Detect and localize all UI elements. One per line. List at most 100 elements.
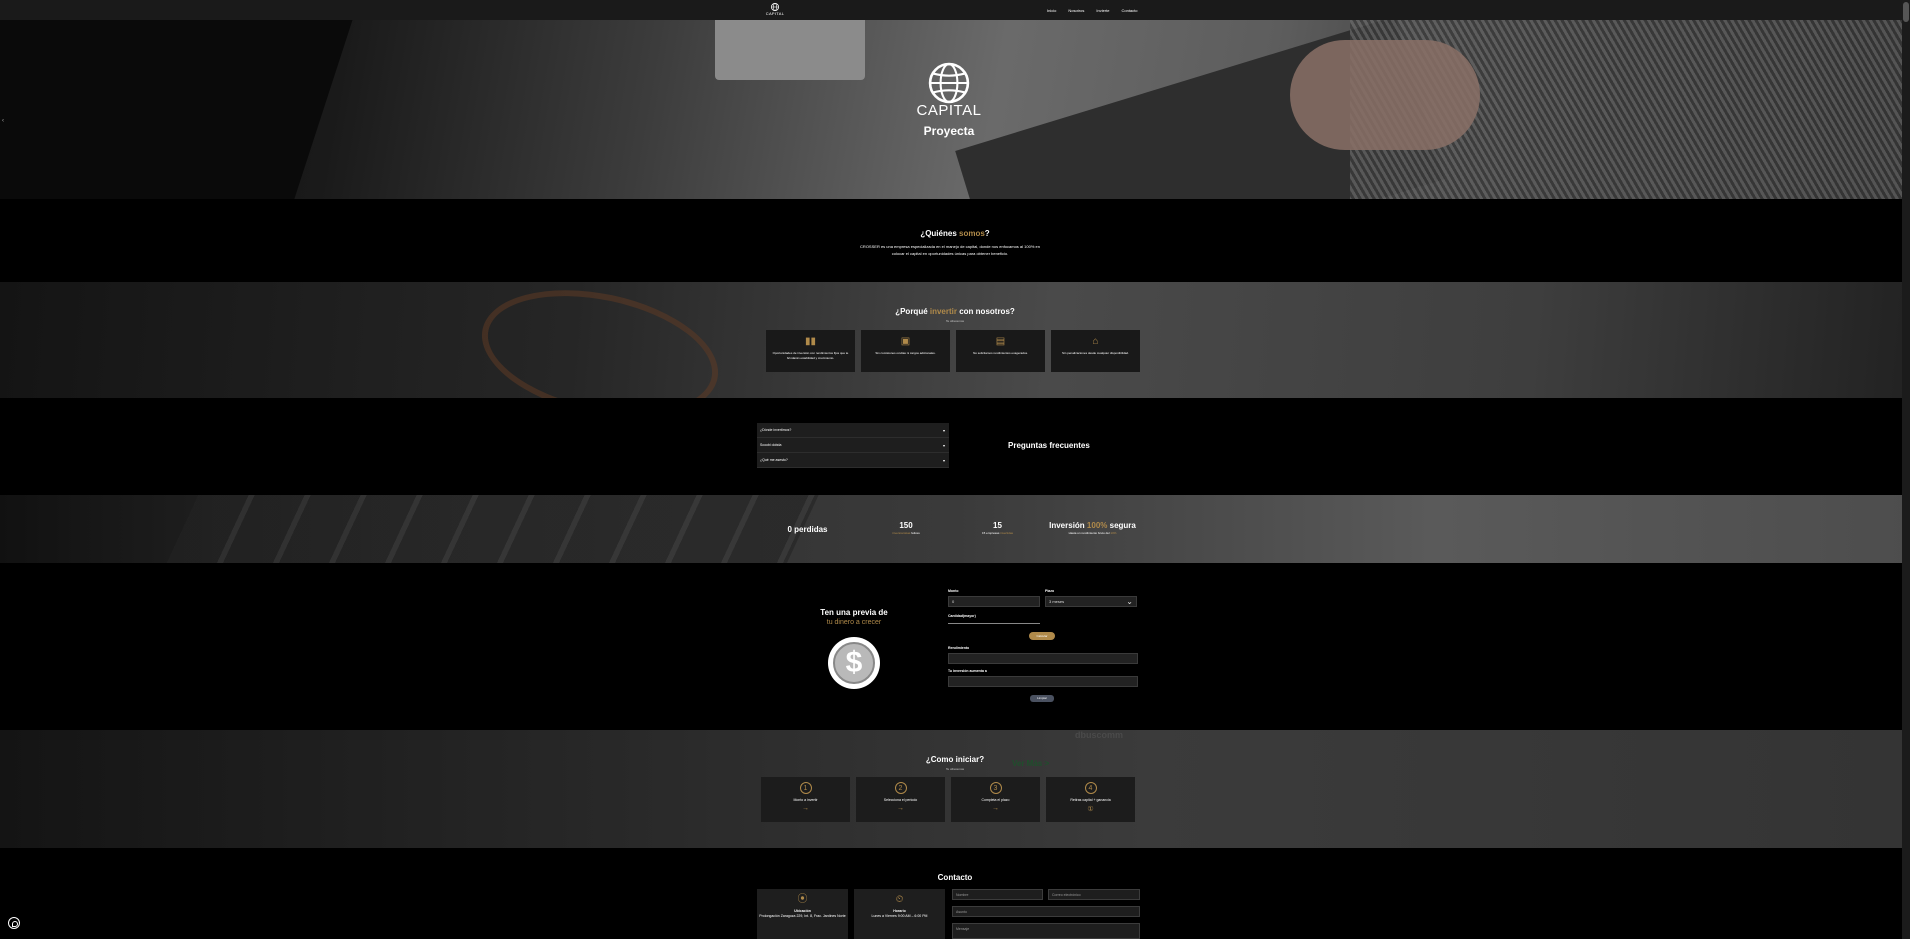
faq-question: ¿Qué me asesto? bbox=[760, 458, 788, 462]
nav-link-inicio[interactable]: Inicio bbox=[1047, 8, 1056, 13]
start-steps: 1 Monto a invertir → 2 Selecciona el per… bbox=[761, 777, 1135, 822]
scrollbar[interactable] bbox=[1902, 0, 1910, 939]
caret-down-icon: ▾ bbox=[942, 443, 945, 448]
why-bg-glasses bbox=[470, 282, 730, 398]
step-text: Monto a invertir bbox=[793, 798, 818, 802]
stat-number: 0 perdidas bbox=[787, 525, 828, 534]
simulator-lead: Ten una previa de bbox=[820, 608, 888, 617]
stats-bg-keypad bbox=[156, 495, 824, 563]
step-number-icon: 1 bbox=[799, 782, 812, 794]
cantidad-label: Cantidad(mayor) bbox=[948, 614, 976, 618]
hero-bg-paper bbox=[715, 20, 865, 80]
stat-item: 0 perdidas bbox=[770, 525, 845, 534]
arrow-right-icon: → bbox=[992, 805, 999, 812]
scrollbar-thumb[interactable] bbox=[1903, 2, 1909, 22]
step-number-icon: 4 bbox=[1084, 782, 1097, 794]
contact-card-title: Horario bbox=[893, 909, 906, 913]
carousel-prev-arrow[interactable]: ‹ bbox=[2, 118, 4, 124]
stat-label: 15 empresas invertidas bbox=[981, 531, 1014, 535]
total-label: Tu inversión aumenta a bbox=[948, 669, 987, 673]
step-text: Selecciona el periodo bbox=[883, 798, 918, 802]
step-card: 1 Monto a invertir → bbox=[761, 777, 850, 822]
nav-link-contacto[interactable]: Contacto bbox=[1121, 8, 1137, 13]
calculator-icon: ▤ bbox=[995, 336, 1006, 347]
rendimiento-label: Rendimiento bbox=[948, 646, 970, 650]
step-number-icon: 3 bbox=[989, 782, 1002, 794]
caret-down-icon: ▾ bbox=[942, 458, 945, 463]
why-card-text: Sin penalizaciones desde cualquier dispo… bbox=[1062, 351, 1129, 355]
whatsapp-icon[interactable] bbox=[8, 917, 20, 929]
calcular-button[interactable]: Calcular bbox=[1029, 632, 1055, 640]
contact-card-title: Ubicación bbox=[794, 909, 811, 913]
contact-subject-input[interactable]: Asunto bbox=[952, 906, 1140, 917]
brand-logo[interactable]: CAPITAL bbox=[764, 3, 786, 16]
contact-card-text: Lunes a Viernes 9:00 AM – 6:00 PM bbox=[871, 914, 928, 918]
coin-icon: $ bbox=[828, 637, 880, 689]
stat-label: Hasta un rendimiento bruto del 10% bbox=[1068, 531, 1117, 535]
about-text: CROSSER es una empresa especializada en … bbox=[860, 244, 1040, 256]
start-heading: ¿Como iniciar? bbox=[925, 755, 985, 764]
step-card: 4 Retiras capital + ganancia ① bbox=[1046, 777, 1135, 822]
hero-subtitle: Proyecta bbox=[923, 124, 975, 138]
stat-number: 150 bbox=[899, 521, 913, 530]
nav-link-nosotros[interactable]: Nosotros bbox=[1068, 8, 1084, 13]
why-card: ▤ No solicitamos rendimientos exagerados… bbox=[956, 330, 1045, 372]
step-text: Completa el plazo bbox=[981, 798, 1010, 802]
faq-section: ¿Dónde invertimos? ▾ Scoobi dobda ▾ ¿Qué m… bbox=[0, 398, 1910, 495]
faq-item[interactable]: ¿Qué me asesto? ▾ bbox=[757, 453, 949, 468]
start-subheading: Te ofrecemos bbox=[945, 767, 964, 771]
monto-input[interactable]: 0 bbox=[948, 596, 1040, 607]
hero-globe-icon bbox=[928, 62, 970, 104]
stat-item: 15 15 empresas invertidas bbox=[960, 521, 1035, 535]
about-heading: ¿Quiénes somos? bbox=[920, 229, 990, 238]
why-heading: ¿Porqué invertir con nosotros? bbox=[895, 307, 1015, 316]
step-number-icon: 2 bbox=[894, 782, 907, 794]
total-output bbox=[948, 676, 1138, 687]
brand-name: CAPITAL bbox=[765, 11, 785, 16]
start-section: dbuscomm Ver Más > ¿Como iniciar? Te ofr… bbox=[0, 730, 1910, 848]
location-pin-icon: ⦿ bbox=[797, 894, 808, 905]
faq-question: Scoobi dobda bbox=[760, 443, 782, 447]
faq-item[interactable]: ¿Dónde invertimos? ▾ bbox=[757, 423, 949, 438]
contact-hours-card: ⏲ Horario Lunes a Viernes 9:00 AM – 6:00… bbox=[854, 889, 945, 939]
faq-item[interactable]: Scoobi dobda ▾ bbox=[757, 438, 949, 453]
why-card-text: Oportunidades de inversión con rendimien… bbox=[772, 351, 849, 360]
why-card: ⌂ Sin penalizaciones desde cualquier dis… bbox=[1051, 330, 1140, 372]
faq-title: Preguntas frecuentes bbox=[1008, 441, 1090, 450]
rendimiento-output bbox=[948, 653, 1138, 664]
contact-location-card: ⦿ Ubicación Prolongación Zaragoza 229, I… bbox=[757, 889, 848, 939]
why-subheading: Te ofrecemos bbox=[945, 319, 964, 323]
stat-number: Inversión 100% segura bbox=[1049, 521, 1136, 530]
hero-title: CAPITAL bbox=[916, 102, 982, 119]
plazo-label: Plazo bbox=[1045, 589, 1055, 593]
caret-down-icon: ▾ bbox=[942, 428, 945, 433]
monto-label: Monto bbox=[948, 589, 959, 593]
limpiar-button[interactable]: Limpiar bbox=[1030, 695, 1054, 702]
contact-card-text: Prolongación Zaragoza 229, Int. 8, Frac.… bbox=[759, 914, 846, 918]
contact-section: Contacto ⦿ Ubicación Prolongación Zarago… bbox=[0, 848, 1910, 939]
plazo-select[interactable]: 3 meses ⌄ bbox=[1045, 596, 1137, 607]
hero-bg-pad bbox=[0, 20, 353, 199]
start-bg-screen-text: dbuscomm bbox=[1075, 730, 1124, 740]
clock-icon: ⏲ bbox=[895, 894, 904, 905]
why-section: ¿Porqué invertir con nosotros? Te ofrece… bbox=[0, 282, 1910, 398]
money-icon: ▣ bbox=[900, 336, 911, 347]
stats-section: 0 perdidas 150 inversionistas felices 15… bbox=[0, 495, 1910, 563]
nav-link-invierte[interactable]: Invierte bbox=[1096, 8, 1109, 13]
faq-accordion: ¿Dónde invertimos? ▾ Scoobi dobda ▾ ¿Qué m… bbox=[757, 423, 949, 468]
hero-bg-hand bbox=[1290, 40, 1480, 150]
contact-message-input[interactable]: Mensaje bbox=[952, 923, 1140, 939]
stat-label: inversionistas felices bbox=[892, 531, 920, 535]
why-card: ▣ Sin comisiones ocultas ni cargos adici… bbox=[861, 330, 950, 372]
simulator-section: Ten una previa de tu dinero a crecer $ M… bbox=[0, 563, 1910, 730]
contact-email-input[interactable]: Correo electrónico bbox=[1048, 889, 1140, 900]
why-card-text: Sin comisiones ocultas ni cargos adicion… bbox=[875, 351, 936, 355]
why-card: ▮▮ Oportunidades de inversión con rendim… bbox=[766, 330, 855, 372]
contact-name-input[interactable]: Nombre bbox=[952, 889, 1043, 900]
money-circle-icon: ① bbox=[1087, 806, 1094, 813]
faq-question: ¿Dónde invertimos? bbox=[760, 428, 792, 432]
stat-item: 150 inversionistas felices bbox=[866, 521, 946, 535]
bank-icon: ⌂ bbox=[1092, 336, 1099, 347]
navbar: CAPITAL Inicio Nosotros Invierte Contact… bbox=[0, 0, 1910, 20]
cantidad-slider[interactable] bbox=[948, 623, 1040, 624]
